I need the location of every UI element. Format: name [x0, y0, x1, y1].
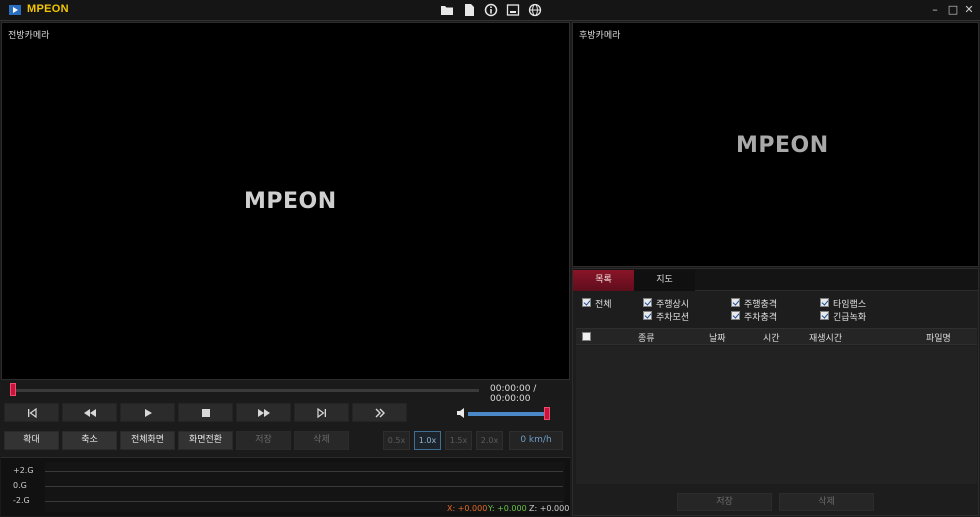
speed-0-5x-button[interactable]: 0.5x	[383, 431, 410, 450]
skip-to-end-button[interactable]	[294, 403, 349, 422]
filter-all-label: 전체	[595, 300, 612, 310]
g-sensor-panel: +2.G 0.G -2.G X: +0.000 Y: +0.000 Z: +0.…	[1, 457, 570, 516]
filter-normal-driving-checkbox[interactable]	[643, 298, 652, 307]
minimize-button[interactable]: –	[927, 2, 943, 18]
y-axis-value: Y: +0.000	[488, 504, 527, 513]
front-camera-label: 전방카메라	[8, 31, 50, 41]
sd-card-icon[interactable]	[462, 3, 476, 17]
skip-to-start-icon	[27, 407, 37, 418]
switch-view-button[interactable]: 화면전환	[178, 431, 233, 450]
column-filename[interactable]: 파일명	[926, 331, 951, 344]
volume-handle[interactable]	[544, 407, 550, 420]
volume-fill	[468, 412, 550, 416]
filter-emergency-recording-checkbox[interactable]	[820, 311, 829, 320]
column-duration[interactable]: 재생시간	[809, 331, 842, 344]
column-time[interactable]: 시간	[763, 331, 780, 344]
filter-parking-motion-checkbox[interactable]	[643, 311, 652, 320]
select-all-checkbox[interactable]	[582, 332, 591, 341]
close-button[interactable]: ✕	[961, 2, 977, 18]
graph-gridline	[45, 471, 563, 472]
playback-controls	[1, 403, 570, 425]
screenshot-icon[interactable]	[506, 3, 520, 17]
z-axis-value: Z: +0.000	[529, 504, 570, 513]
volume-slider[interactable]	[468, 407, 550, 420]
next-file-button[interactable]	[352, 403, 407, 422]
app-title: MPEON	[27, 3, 69, 15]
maximize-button[interactable]: □	[945, 2, 961, 18]
panel-save-button[interactable]: 저장	[677, 493, 772, 511]
front-camera-view[interactable]: 전방카메라 MPEON	[1, 22, 570, 380]
zoom-in-button[interactable]: 확대	[4, 431, 59, 450]
fast-forward-button[interactable]	[236, 403, 291, 422]
save-button[interactable]: 저장	[236, 431, 291, 450]
app-logo-icon	[9, 5, 21, 15]
seek-bar-row: 00:00:00 / 00:00:00	[1, 381, 570, 404]
g-label-plus2: +2.G	[13, 466, 34, 475]
column-type[interactable]: 종류	[638, 331, 655, 344]
file-list[interactable]	[576, 346, 977, 484]
filter-emergency-recording-label: 긴급녹화	[833, 313, 867, 323]
info-icon[interactable]	[484, 3, 498, 17]
tab-map[interactable]: 지도	[634, 270, 695, 291]
filter-normal-driving-label: 주행상시	[656, 300, 690, 310]
graph-gridline	[45, 501, 563, 502]
speed-1-0x-button[interactable]: 1.0x	[414, 431, 441, 450]
panel-tabs: 목록 지도	[573, 269, 978, 291]
file-list-panel: 목록 지도 전체 주행상시 주행충격 타임랩스 주차모션 주차충격 긴급녹화 종…	[572, 268, 979, 516]
filter-all-checkbox[interactable]	[582, 298, 591, 307]
action-buttons: 확대 축소 전체화면 화면전환 저장 삭제 0.5x 1.0x 1.5x 2.0…	[1, 431, 570, 453]
panel-delete-button[interactable]: 삭제	[779, 493, 874, 511]
fast-forward-icon	[257, 408, 270, 417]
g-label-zero: 0.G	[13, 481, 27, 490]
column-date[interactable]: 날짜	[709, 331, 726, 344]
seek-bar[interactable]	[11, 389, 479, 392]
x-axis-value: X: +0.000	[447, 504, 488, 513]
play-icon	[144, 408, 152, 417]
rewind-icon	[83, 408, 96, 417]
stop-icon	[201, 408, 210, 417]
front-camera-logo: MPEON	[244, 189, 337, 214]
filter-parking-impact-checkbox[interactable]	[731, 311, 740, 320]
panel-actions: 저장 삭제	[573, 491, 978, 515]
seek-handle[interactable]	[10, 383, 16, 396]
tab-list[interactable]: 목록	[573, 270, 634, 291]
rear-camera-view[interactable]: 후방카메라 MPEON	[572, 22, 979, 267]
globe-icon[interactable]	[528, 3, 542, 17]
file-list-header: 종류 날짜 시간 재생시간 파일명	[576, 328, 977, 345]
g-label-minus2: -2.G	[13, 496, 30, 505]
filter-parking-motion-label: 주차모션	[656, 313, 690, 323]
filter-driving-impact-label: 주행충격	[744, 300, 778, 310]
skip-to-end-icon	[316, 407, 326, 418]
volume-icon[interactable]	[457, 407, 467, 419]
filter-timelapse-checkbox[interactable]	[820, 298, 829, 307]
filter-driving-impact-checkbox[interactable]	[731, 298, 740, 307]
rear-camera-label: 후방카메라	[579, 31, 621, 41]
skip-to-start-button[interactable]	[4, 403, 59, 422]
folder-icon[interactable]	[440, 3, 454, 17]
speed-2-0x-button[interactable]: 2.0x	[476, 431, 503, 450]
title-bar: MPEON – □ ✕	[0, 0, 980, 21]
rewind-button[interactable]	[62, 403, 117, 422]
zoom-out-button[interactable]: 축소	[62, 431, 117, 450]
filter-timelapse-label: 타임랩스	[833, 300, 867, 310]
fullscreen-button[interactable]: 전체화면	[120, 431, 175, 450]
stop-button[interactable]	[178, 403, 233, 422]
play-button[interactable]	[120, 403, 175, 422]
rear-camera-logo: MPEON	[736, 133, 829, 158]
time-readout: 00:00:00 / 00:00:00	[490, 384, 537, 404]
delete-button[interactable]: 삭제	[294, 431, 349, 450]
speed-1-5x-button[interactable]: 1.5x	[445, 431, 472, 450]
graph-gridline	[45, 486, 563, 487]
speed-readout: 0 km/h	[509, 431, 563, 450]
filter-parking-impact-label: 주차충격	[744, 313, 778, 323]
double-chevron-right-icon	[375, 408, 385, 417]
